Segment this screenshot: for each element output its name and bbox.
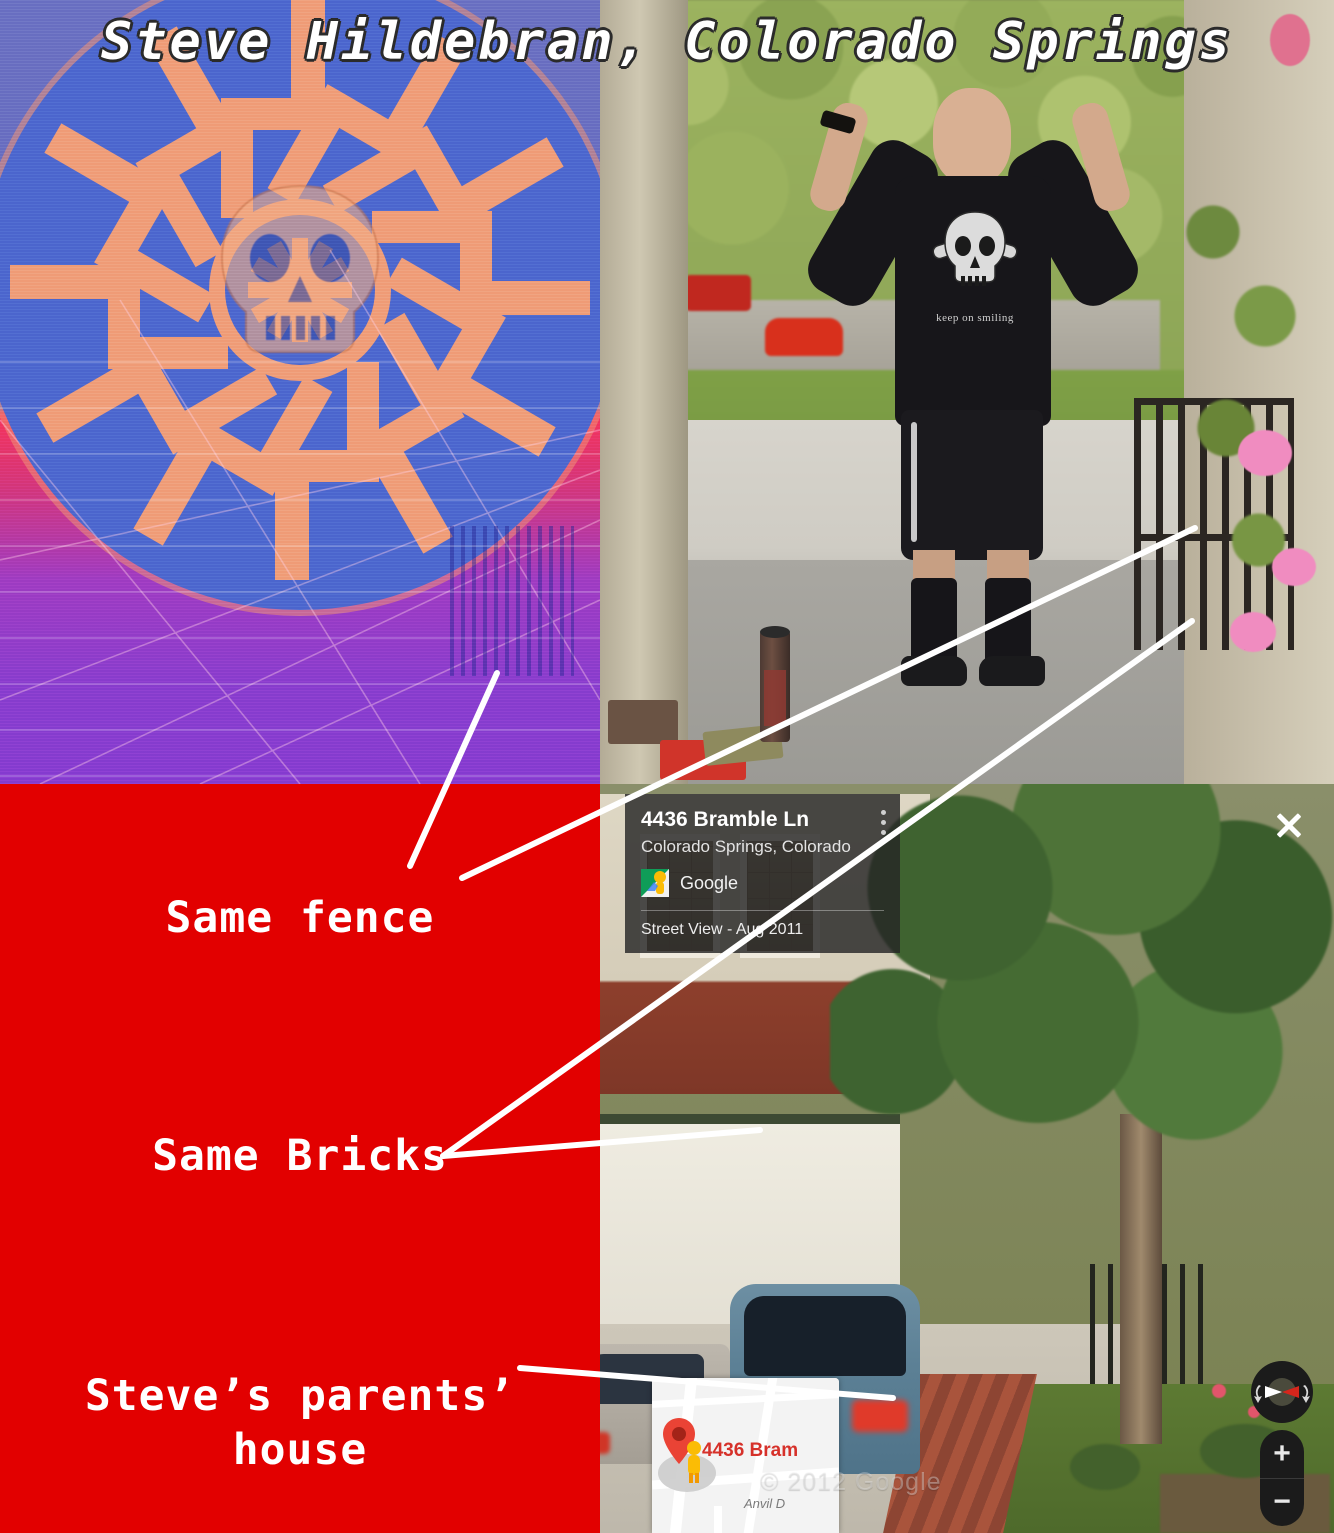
kebab-menu-icon[interactable]	[881, 810, 886, 840]
pink-flower	[1230, 612, 1276, 652]
subject-head	[933, 88, 1011, 184]
address-locality: Colorado Springs, Colorado	[641, 837, 851, 857]
annotation-parents-house-line1: Steve’s parents’	[84, 1371, 516, 1421]
skull-overlay-icon	[220, 185, 380, 354]
zoom-in-button[interactable]: +	[1260, 1430, 1304, 1479]
black-shorts	[901, 410, 1043, 560]
pink-flower	[1270, 14, 1310, 66]
provider-row[interactable]: Google	[641, 869, 884, 898]
shrub-right	[1174, 120, 1304, 680]
shorts-stripe	[911, 422, 917, 542]
sun-image-fence-region	[450, 526, 574, 676]
skull-crossbones-icon	[932, 211, 1018, 286]
map-place-label: 4436 Bram	[702, 1440, 799, 1461]
zoom-controls[interactable]: + −	[1260, 1430, 1304, 1526]
google-attribution: © 2012 Google	[760, 1468, 942, 1496]
capture-date: Street View - Aug 2011	[641, 921, 804, 939]
pegman-icon[interactable]	[685, 1440, 703, 1486]
annotation-parents-house: Steve’s parents’ house	[0, 1370, 600, 1478]
loose-brick	[608, 700, 678, 744]
background-red-truck	[685, 275, 751, 311]
annotation-panel: Same fence Same Bricks Steve’s parents’ …	[0, 784, 600, 1533]
black-shoe	[979, 656, 1045, 686]
black-sun-image-panel	[0, 0, 600, 784]
annotation-same-fence: Same fence	[165, 893, 435, 943]
garden-bush	[1070, 1444, 1140, 1490]
close-icon[interactable]	[1274, 810, 1304, 840]
mulch-bed	[1160, 1474, 1330, 1533]
porch-column	[600, 0, 688, 784]
subject-person: keep on smiling	[799, 80, 1147, 700]
annotation-same-bricks: Same Bricks	[152, 1131, 448, 1181]
card-divider	[641, 910, 884, 912]
tshirt-slogan: keep on smiling	[936, 312, 1014, 324]
van-taillight	[852, 1400, 908, 1432]
mini-map[interactable]: 4436 Bram Anvil D	[652, 1378, 839, 1533]
pink-flower	[1272, 548, 1316, 586]
street-view-panel[interactable]: 4436 Bramble Ln Colorado Springs, Colora…	[600, 784, 1334, 1533]
subject-photo-panel: keep on smiling	[600, 0, 1334, 784]
black-sock	[911, 578, 957, 666]
zoom-out-button[interactable]: −	[1260, 1479, 1304, 1527]
black-sock	[985, 578, 1031, 666]
screenshot-canvas: keep on smiling Same fence Same Bricks S…	[0, 0, 1334, 1533]
address-title: 4436 Bramble Ln	[641, 808, 810, 831]
map-street-label: Anvil D	[744, 1496, 786, 1511]
pink-flower	[1238, 430, 1292, 476]
black-shoe	[901, 656, 967, 686]
street-view-info-card[interactable]: 4436 Bramble Ln Colorado Springs, Colora…	[625, 794, 900, 954]
google-street-view-logo-icon	[641, 869, 669, 898]
annotation-parents-house-line2: house	[232, 1424, 368, 1475]
provider-name: Google	[680, 872, 739, 893]
tree-canopy	[830, 784, 1334, 1224]
compass-icon[interactable]	[1251, 1361, 1313, 1423]
garden-blossom	[1212, 1384, 1226, 1398]
